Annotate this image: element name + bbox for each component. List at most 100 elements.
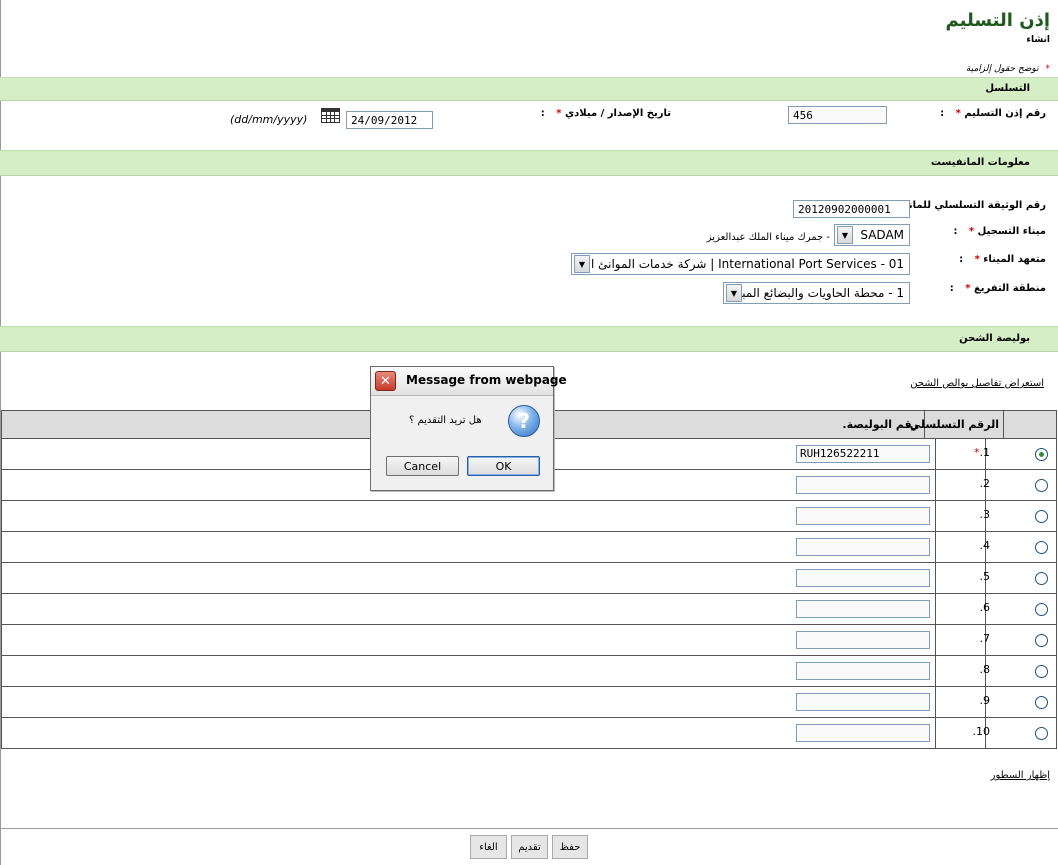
table-row: 9.: [1, 687, 1057, 718]
delivery-no-input[interactable]: 456: [788, 106, 887, 124]
required-star: *: [974, 254, 980, 265]
dialog-cancel-button[interactable]: Cancel: [386, 456, 459, 476]
dialog-body: ? هل تريد التقديم ؟ Cancel OK: [371, 396, 553, 490]
row-number-text: 9.: [979, 694, 991, 707]
required-note-text: توضح حقول إلزامية: [965, 64, 1039, 74]
row-number: 3.: [980, 508, 991, 521]
row-number: 2.: [980, 477, 991, 490]
bol-number-input[interactable]: [796, 724, 930, 742]
issue-date-input[interactable]: 24/09/2012: [346, 111, 433, 129]
table-row: 6.: [1, 594, 1057, 625]
column-divider: [1003, 411, 1004, 438]
row-number: 1.*: [974, 446, 990, 459]
row-select-radio[interactable]: [1035, 603, 1048, 616]
section-manifest-title: معلومات المانفيست: [930, 157, 1030, 168]
required-fields-note: * توضح حقول إلزامية: [966, 64, 1050, 74]
section-sequence-title: التسلسل: [985, 83, 1030, 94]
zone-select[interactable]: 1 - محطة الحاويات والبضائع المبردة ▼: [723, 282, 910, 304]
table-row: 3.: [1, 501, 1057, 532]
row-number-text: 3.: [979, 508, 991, 521]
bol-number-input[interactable]: [796, 569, 930, 587]
row-number: 8.: [980, 663, 991, 676]
column-divider: [935, 439, 936, 469]
issue-date-label-text: تاريخ الإصدار / ميلادي: [565, 108, 671, 119]
operator-selected-value: 01 - International Port Services | شركة …: [590, 257, 904, 271]
required-star: *: [965, 283, 971, 294]
bol-number-input[interactable]: RUH126522211: [796, 445, 930, 463]
row-select-radio[interactable]: [1035, 634, 1048, 647]
column-divider: [935, 594, 936, 624]
row-number-text: 2.: [979, 477, 991, 490]
row-number: 7.: [980, 632, 991, 645]
bol-number-input[interactable]: [796, 662, 930, 680]
column-divider: [935, 563, 936, 593]
port-selected-value: SADAM: [860, 228, 904, 242]
close-icon[interactable]: ✕: [375, 371, 396, 391]
question-icon: ?: [508, 405, 540, 437]
row-number: 10.: [973, 725, 991, 738]
row-number-text: 5.: [979, 570, 991, 583]
row-select-radio[interactable]: [1035, 479, 1048, 492]
chevron-down-icon[interactable]: ▼: [574, 255, 590, 273]
col-serial-header: الرقم التسلسلي.: [905, 418, 999, 431]
row-select-radio[interactable]: [1035, 727, 1048, 740]
required-star: *: [968, 226, 975, 237]
date-format-hint: (dd/mm/yyyy): [230, 113, 308, 126]
row-select-radio[interactable]: [1035, 572, 1048, 585]
show-rows-link[interactable]: إظهار السطور: [991, 770, 1050, 781]
section-sequence: التسلسل: [0, 77, 1058, 101]
page-subtitle: انشاء: [1026, 35, 1050, 45]
save-button[interactable]: حفظ: [552, 835, 588, 859]
row-number: 9.: [980, 694, 991, 707]
bol-details-link[interactable]: استعراض تفاصيل بوالص الشحن: [910, 378, 1044, 389]
column-divider: [935, 501, 936, 531]
dialog-message: هل تريد التقديم ؟: [409, 415, 482, 426]
dialog-title: Message from webpage: [406, 373, 567, 387]
calendar-icon[interactable]: [321, 108, 340, 123]
delivery-no-label-text: رقم إذن التسليم: [964, 108, 1046, 119]
col-bol-no-header: رقم البوليصة.: [842, 418, 918, 431]
row-select-radio[interactable]: [1035, 665, 1048, 678]
row-select-radio[interactable]: [1035, 541, 1048, 554]
port-label: ميناء التسجيل * :: [953, 226, 1046, 237]
row-number-text: 7.: [979, 632, 991, 645]
zone-label: منطقة التفريغ * :: [950, 283, 1046, 294]
column-divider: [935, 532, 936, 562]
colon: :: [949, 283, 954, 294]
colon: :: [540, 108, 545, 119]
row-number: 4.: [980, 539, 991, 552]
row-number-text: 1.: [979, 446, 991, 459]
section-bol-title: بوليصة الشحن: [959, 333, 1030, 344]
delivery-no-label: رقم إذن التسليم * :: [940, 108, 1046, 119]
manifest-serial-input[interactable]: 20120902000001: [793, 200, 910, 218]
required-star: *: [955, 108, 961, 119]
bol-number-input[interactable]: [796, 476, 930, 494]
dialog-ok-button[interactable]: OK: [467, 456, 540, 476]
bol-number-input[interactable]: [796, 600, 930, 618]
bol-number-input[interactable]: [796, 507, 930, 525]
required-star: *: [556, 108, 562, 119]
row-select-radio[interactable]: [1035, 510, 1048, 523]
table-row: 10.: [1, 718, 1057, 749]
column-divider: [935, 625, 936, 655]
row-number: 6.: [980, 601, 991, 614]
row-select-radio[interactable]: [1035, 696, 1048, 709]
zone-selected-value: 1 - محطة الحاويات والبضائع المبردة: [742, 286, 904, 300]
cancel-button[interactable]: الغاء: [470, 835, 507, 859]
row-select-radio[interactable]: [1035, 448, 1048, 461]
bol-number-input[interactable]: [796, 693, 930, 711]
chevron-down-icon[interactable]: ▼: [837, 226, 853, 244]
table-row: 4.: [1, 532, 1057, 563]
bol-number-input[interactable]: [796, 631, 930, 649]
row-number-text: 10.: [972, 725, 991, 738]
colon: :: [953, 226, 958, 237]
row-number-text: 8.: [979, 663, 991, 676]
colon: :: [940, 108, 945, 119]
submit-button[interactable]: تقديم: [511, 835, 548, 859]
zone-label-text: منطقة التفريغ: [973, 283, 1046, 294]
bol-number-input[interactable]: [796, 538, 930, 556]
chevron-down-icon[interactable]: ▼: [726, 284, 742, 302]
operator-label: متعهد الميناء * :: [959, 254, 1046, 265]
operator-select[interactable]: 01 - International Port Services | شركة …: [571, 253, 910, 275]
port-select[interactable]: SADAM ▼: [834, 224, 910, 246]
